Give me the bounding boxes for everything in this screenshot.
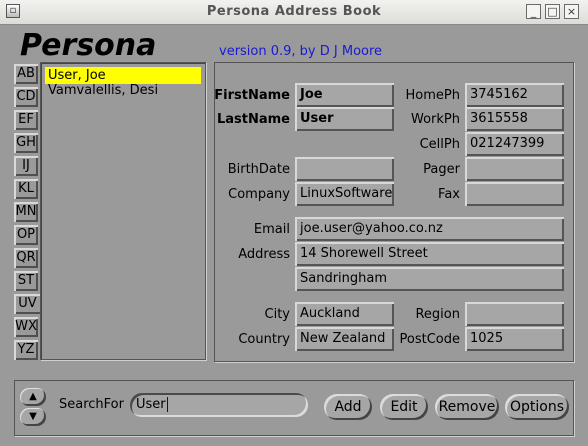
search-label: SearchFor <box>59 397 124 412</box>
app-logo: Persona <box>20 28 157 63</box>
address-label: Address <box>238 247 290 262</box>
remove-button[interactable]: Remove <box>435 394 499 420</box>
cellph-label: CellPh <box>419 137 460 152</box>
homeph-label: HomePh <box>405 88 460 103</box>
tab-ef[interactable]: EF <box>14 110 38 130</box>
search-value: User <box>136 397 166 412</box>
scroll-down-icon[interactable]: ▼ <box>20 408 46 426</box>
fax-field[interactable] <box>465 182 564 206</box>
email-label: Email <box>253 222 290 237</box>
search-input[interactable]: User <box>130 393 308 417</box>
workph-field[interactable]: 3615558 <box>465 107 564 131</box>
lastname-label: LastName <box>216 112 290 127</box>
tab-st[interactable]: ST <box>14 271 38 291</box>
scroll-up-icon[interactable]: ▲ <box>20 388 46 406</box>
options-button[interactable]: Options <box>505 394 569 420</box>
text-caret <box>166 397 168 412</box>
close-button[interactable]: × <box>564 4 579 19</box>
version-label: version 0.9, by D J Moore <box>219 44 383 59</box>
tab-op[interactable]: OP <box>14 225 38 245</box>
region-label: Region <box>415 307 460 322</box>
minimize-button[interactable]: _ <box>526 4 541 19</box>
tab-wx[interactable]: WX <box>14 317 38 337</box>
workph-label: WorkPh <box>411 112 460 127</box>
tab-mn[interactable]: MN <box>14 202 38 222</box>
tab-ij[interactable]: IJ <box>14 156 38 176</box>
postcode-field[interactable]: 1025 <box>465 327 564 351</box>
pager-field[interactable] <box>465 157 564 181</box>
window-title: Persona Address Book <box>206 4 382 19</box>
cellph-field[interactable]: 021247399 <box>465 132 564 156</box>
company-label: Company <box>228 187 290 202</box>
email-field[interactable]: joe.user@yahoo.co.nz <box>295 217 564 241</box>
maximize-button[interactable]: □ <box>545 4 560 19</box>
city-field[interactable]: Auckland <box>295 302 394 326</box>
firstname-field[interactable]: Joe <box>295 83 394 107</box>
tab-ab[interactable]: AB <box>14 64 38 84</box>
lastname-field[interactable]: User <box>295 107 394 131</box>
address-line1-field[interactable]: 14 Shorewell Street <box>295 242 564 266</box>
tab-gh[interactable]: GH <box>14 133 38 153</box>
country-label: Country <box>238 332 290 347</box>
address-line2-field[interactable]: Sandringham <box>295 267 564 291</box>
title-bar[interactable]: ▫ Persona Address Book _ □ × <box>0 0 588 25</box>
company-field[interactable]: LinuxSoftware <box>295 182 394 206</box>
firstname-label: FirstName <box>214 88 290 103</box>
tab-kl[interactable]: KL <box>14 179 38 199</box>
postcode-label: PostCode <box>399 332 460 347</box>
birthdate-label: BirthDate <box>227 162 290 177</box>
homeph-field[interactable]: 3745162 <box>465 83 564 107</box>
add-button[interactable]: Add <box>324 394 372 420</box>
pager-label: Pager <box>423 162 460 177</box>
tab-cd[interactable]: CD <box>14 87 38 107</box>
contact-list[interactable]: User, Joe Vamvalellis, Desi <box>40 62 206 360</box>
tab-qr[interactable]: QR <box>14 248 38 268</box>
region-field[interactable] <box>465 302 564 326</box>
tab-uv[interactable]: UV <box>14 294 41 314</box>
list-item[interactable]: Vamvalellis, Desi <box>45 82 201 99</box>
edit-button[interactable]: Edit <box>380 394 428 420</box>
fax-label: Fax <box>438 187 460 202</box>
city-label: City <box>264 307 290 322</box>
birthdate-field[interactable] <box>295 157 394 181</box>
country-field[interactable]: New Zealand <box>295 327 394 351</box>
tab-yz[interactable]: YZ <box>14 340 38 360</box>
